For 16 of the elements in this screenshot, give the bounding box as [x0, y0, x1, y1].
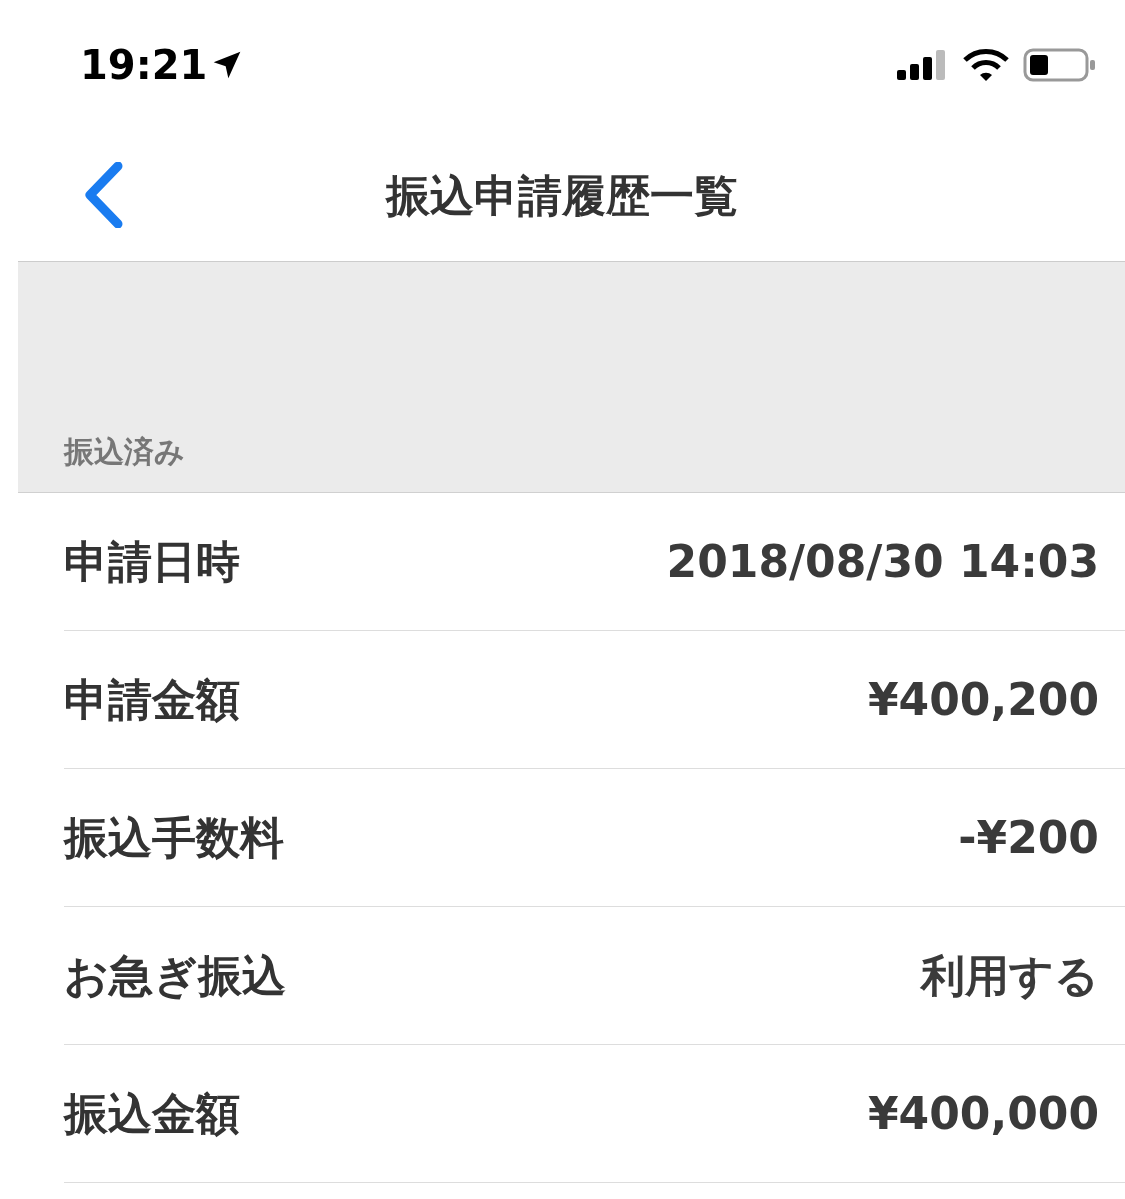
- back-chevron-icon: [84, 162, 124, 228]
- row-label: 申請日時: [64, 534, 240, 589]
- row-label: お急ぎ振込: [64, 948, 286, 1003]
- wifi-icon: [963, 48, 1009, 82]
- row-value: 利用する: [921, 948, 1099, 1003]
- row-label: 振込手数料: [64, 810, 284, 865]
- section-header: 振込済み: [64, 433, 185, 471]
- row-label: 振込金額: [64, 1086, 240, 1141]
- row-value: ¥400,000: [867, 1086, 1099, 1141]
- row-value: ¥400,200: [867, 672, 1099, 727]
- row-value: 2018/08/30 14:03: [666, 534, 1099, 589]
- status-time: 19:21: [80, 41, 208, 90]
- page-title: 振込申請履歴一覧: [385, 168, 738, 223]
- row-value: -¥200: [958, 810, 1099, 865]
- row-label: 申請金額: [64, 672, 240, 727]
- battery-icon: [1023, 48, 1097, 82]
